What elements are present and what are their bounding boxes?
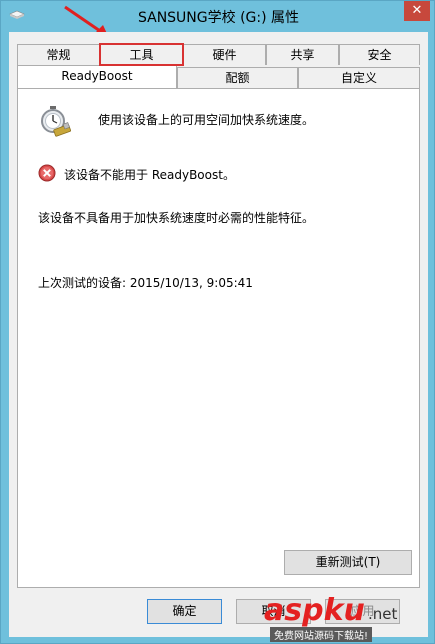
readyboost-description: 使用该设备上的可用空间加快系统速度。: [98, 113, 315, 127]
tab-tools[interactable]: 工具: [99, 43, 184, 66]
ok-button[interactable]: 确定: [147, 599, 222, 624]
close-button[interactable]: ✕: [404, 1, 430, 21]
watermark-subtitle: 免费网站源码下载站!: [270, 627, 373, 642]
watermark-suffix: .net: [368, 605, 398, 623]
readyboost-panel: 使用该设备上的可用空间加快系统速度。 该设备不能用于 ReadyBoost。 该…: [17, 88, 420, 588]
reason-text: 该设备不具备用于加快系统速度时必需的性能特征。: [38, 211, 315, 225]
tab-customize[interactable]: 自定义: [298, 67, 420, 88]
tab-hardware[interactable]: 硬件: [183, 44, 266, 65]
properties-window: SANSUNG学校 (G:) 属性 ✕ 常规 工具 硬件 共享 安全 Ready…: [0, 0, 435, 644]
last-test-text: 上次测试的设备: 2015/10/13, 9:05:41: [38, 276, 253, 290]
tab-general[interactable]: 常规: [17, 44, 100, 65]
tab-security[interactable]: 安全: [339, 44, 420, 65]
error-icon: [38, 164, 56, 182]
tab-quota[interactable]: 配额: [177, 67, 298, 88]
dialog-client: 常规 工具 硬件 共享 安全 ReadyBoost 配额 自定义 使用该设备上的…: [9, 32, 428, 637]
error-message: 该设备不能用于 ReadyBoost。: [64, 168, 235, 182]
site-watermark: aspku .net 免费网站源码下载站!: [264, 593, 434, 643]
watermark-brand: aspku: [264, 593, 365, 628]
tab-sharing[interactable]: 共享: [266, 44, 339, 65]
retest-button[interactable]: 重新测试(T): [284, 550, 412, 575]
stopwatch-usb-icon: [41, 106, 72, 137]
tab-readyboost[interactable]: ReadyBoost: [17, 65, 177, 88]
